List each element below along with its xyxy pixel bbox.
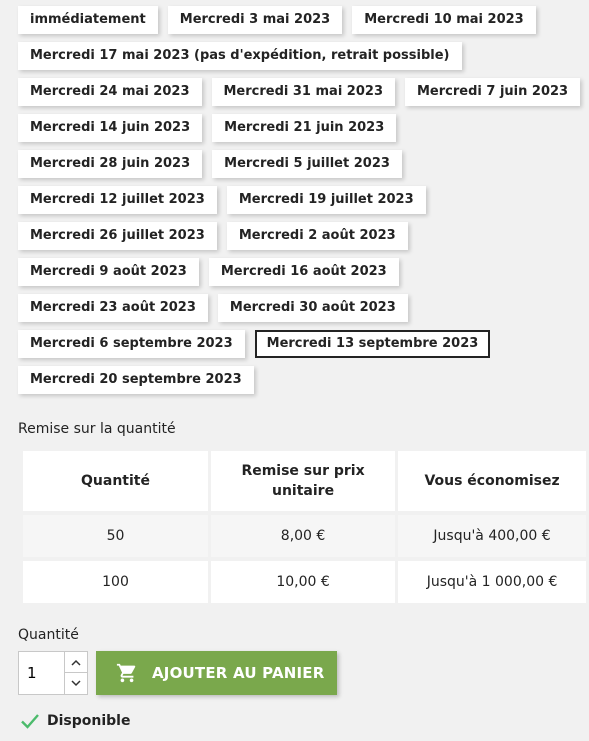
date-row: Mercredi 6 septembre 2023 Mercredi 13 se… [18,330,578,358]
date-option[interactable]: Mercredi 16 août 2023 [208,258,399,286]
date-option[interactable]: Mercredi 9 août 2023 [18,258,199,286]
date-option[interactable]: Mercredi 10 mai 2023 [352,6,536,34]
date-row: Mercredi 23 août 2023 Mercredi 30 août 2… [18,294,578,322]
table-cell: 8,00 € [210,515,396,557]
date-option[interactable]: Mercredi 20 septembre 2023 [18,366,254,394]
date-option-selected[interactable]: Mercredi 13 septembre 2023 [254,330,491,358]
product-options-panel: immédiatement Mercredi 3 mai 2023 Mercre… [0,0,589,741]
table-cell: Jusqu'à 1 000,00 € [398,561,586,603]
date-option[interactable]: Mercredi 12 juillet 2023 [18,186,217,214]
date-row: Mercredi 20 septembre 2023 [18,366,578,394]
date-row: Mercredi 12 juillet 2023 Mercredi 19 jui… [18,186,578,214]
table-row: 100 10,00 € Jusqu'à 1 000,00 € [23,561,586,603]
availability-label: Disponible [47,713,131,729]
check-icon [20,713,40,729]
cart-icon [116,662,138,684]
add-to-cart-button[interactable]: AJOUTER AU PANIER [96,651,337,695]
quantity-spin-buttons [64,652,87,694]
table-cell: 50 [23,515,208,557]
table-cell: 10,00 € [210,561,396,603]
date-row: Mercredi 9 août 2023 Mercredi 16 août 20… [18,258,578,286]
date-option[interactable]: Mercredi 28 juin 2023 [18,150,203,178]
date-row: Mercredi 24 mai 2023 Mercredi 31 mai 202… [18,78,581,106]
column-header: Quantité [23,451,208,511]
date-option[interactable]: Mercredi 19 juillet 2023 [226,186,426,214]
increment-button[interactable] [65,652,87,673]
quantity-stepper [18,651,88,695]
table-cell: Jusqu'à 400,00 € [398,515,586,557]
date-option[interactable]: Mercredi 5 juillet 2023 [212,150,402,178]
table-cell: 100 [23,561,208,603]
chevron-up-icon [71,659,81,666]
date-option[interactable]: Mercredi 3 mai 2023 [167,6,343,34]
date-row: Mercredi 14 juin 2023 Mercredi 21 juin 2… [18,114,578,142]
date-option[interactable]: immédiatement [18,6,158,34]
quantity-label: Quantité [18,627,79,643]
date-option[interactable]: Mercredi 24 mai 2023 [18,78,202,106]
date-option[interactable]: Mercredi 6 septembre 2023 [18,330,245,358]
date-option[interactable]: Mercredi 31 mai 2023 [211,78,395,106]
add-to-cart-label: AJOUTER AU PANIER [152,664,325,682]
date-option[interactable]: Mercredi 21 juin 2023 [212,114,397,142]
table-row: 50 8,00 € Jusqu'à 400,00 € [23,515,586,557]
date-row: Mercredi 17 mai 2023 (pas d'expédition, … [18,42,578,70]
date-row: Mercredi 28 juin 2023 Mercredi 5 juillet… [18,150,578,178]
date-option[interactable]: Mercredi 23 août 2023 [18,294,208,322]
delivery-date-options: immédiatement Mercredi 3 mai 2023 Mercre… [18,6,581,402]
column-header: Vous économisez [398,451,586,511]
chevron-down-icon [71,680,81,687]
table-header-row: Quantité Remise sur prix unitaire Vous é… [23,451,586,511]
quantity-discount-table: Quantité Remise sur prix unitaire Vous é… [20,447,589,607]
availability-status: Disponible [20,713,130,729]
discount-title: Remise sur la quantité [18,421,176,437]
date-row: Mercredi 26 juillet 2023 Mercredi 2 août… [18,222,578,250]
date-option[interactable]: Mercredi 2 août 2023 [226,222,408,250]
date-option[interactable]: Mercredi 17 mai 2023 (pas d'expédition, … [18,42,462,70]
decrement-button[interactable] [65,673,87,694]
date-option[interactable]: Mercredi 30 août 2023 [217,294,408,322]
date-option[interactable]: Mercredi 26 juillet 2023 [18,222,217,250]
date-option[interactable]: Mercredi 7 juin 2023 [405,78,581,106]
date-option[interactable]: Mercredi 14 juin 2023 [18,114,203,142]
quantity-input[interactable] [19,652,65,694]
column-header: Remise sur prix unitaire [210,451,396,511]
date-row: immédiatement Mercredi 3 mai 2023 Mercre… [18,6,578,34]
